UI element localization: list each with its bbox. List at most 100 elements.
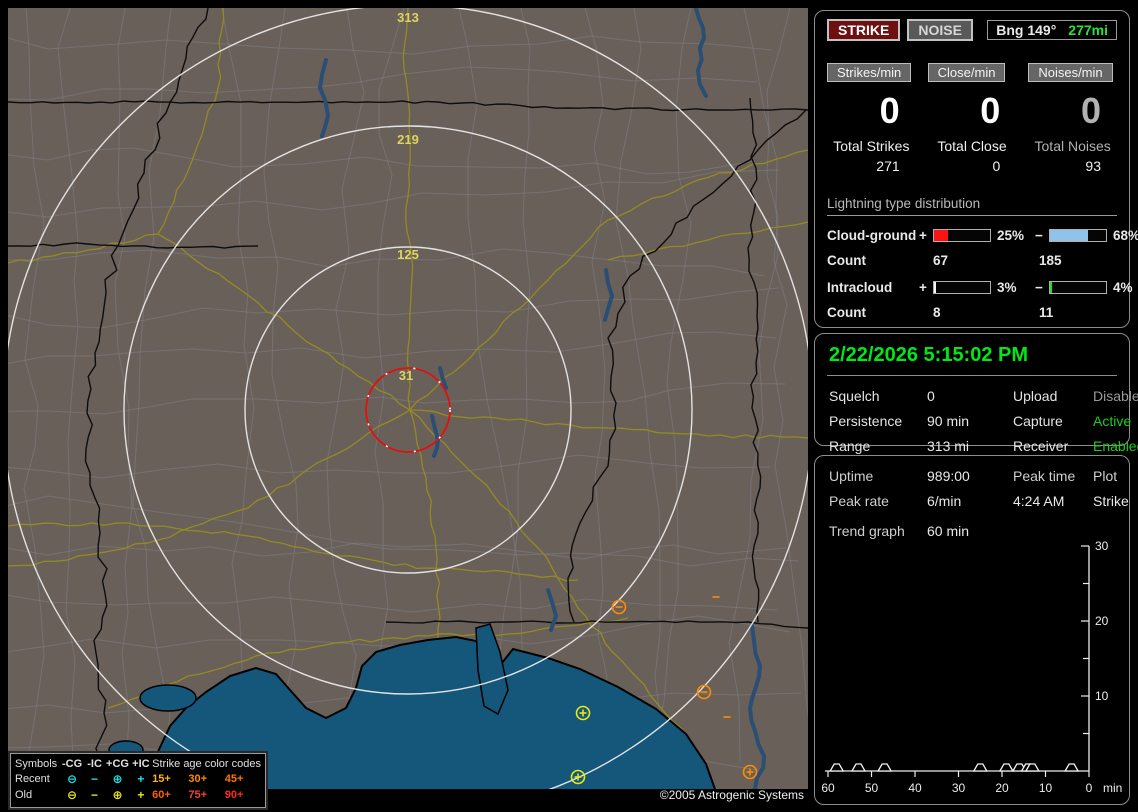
capture-status: Active	[1093, 413, 1132, 429]
datetime-display: 2/22/2026 5:15:02 PM	[827, 342, 1117, 376]
peak-rate-value: 6/min	[927, 493, 962, 509]
noise-mode-button[interactable]: NOISE	[907, 19, 973, 41]
ic-pos-pct: 3%	[997, 280, 1017, 295]
close-per-min-chip: Close/min	[927, 63, 1006, 82]
copyright-text: ©2005 Astrogenic Systems	[659, 788, 804, 802]
total-noises-label: Total Noises	[1034, 138, 1111, 154]
pos-sign: +	[919, 280, 927, 295]
cloud-ground-row: Cloud-ground + 25% − 68%	[827, 228, 1138, 243]
cg-pos-count: 67	[933, 253, 949, 268]
lightning-distribution: Lightning type distribution Cloud-ground…	[827, 196, 1138, 320]
legend-col-neg-cg: -CG	[62, 758, 83, 770]
persistence-value: 90 min	[927, 413, 970, 429]
cg-pos-pct: 25%	[997, 228, 1025, 243]
pos-sign: +	[919, 228, 927, 243]
legend-recent-row: Recent ⊖ − ⊕ + 15+ 30+ 45+	[15, 771, 261, 787]
strikes-counter: Strikes/min 0 Total Strikes 271	[827, 63, 916, 174]
legend-col-pos-ic: +IC	[132, 758, 150, 770]
strikes-rate-value: 0	[879, 90, 900, 131]
plot-mode-value: Strike	[1093, 493, 1129, 509]
svg-text:min: min	[1103, 781, 1122, 795]
total-noises-value: 93	[1085, 158, 1101, 174]
old-pos-cg-icon: ⊕	[112, 788, 123, 802]
svg-text:50: 50	[865, 781, 879, 795]
trend-panel: Uptime 989:00 Peak time Plot Peak rate 6…	[814, 455, 1130, 805]
range-value: 313 mi	[927, 438, 970, 454]
uptime-label: Uptime	[829, 468, 874, 484]
ic-pos-bar	[933, 281, 991, 294]
svg-text:40: 40	[908, 781, 922, 795]
bearing-label: Bng 149°	[996, 22, 1057, 38]
strikes-per-min-chip: Strikes/min	[827, 63, 912, 82]
distribution-title: Lightning type distribution	[827, 196, 1117, 216]
recent-pos-ic-icon: +	[137, 772, 145, 786]
ring-label-125: 125	[397, 247, 419, 262]
count-label: Count	[827, 305, 866, 320]
old-pos-ic-icon: +	[137, 788, 145, 802]
intracloud-row: Intracloud + 3% − 4%	[827, 280, 1133, 295]
noises-counter: Noises/min 0 Total Noises 93	[1028, 63, 1117, 174]
total-close-label: Total Close	[937, 138, 1007, 154]
total-strikes-value: 271	[876, 158, 900, 174]
age-badge-15: 15+	[152, 773, 171, 785]
close-counter: Close/min 0 Total Close 0	[927, 63, 1017, 174]
lightning-map-canvas[interactable]: 313 219 125 31	[8, 8, 808, 804]
recent-neg-ic-icon: −	[91, 772, 99, 786]
cg-neg-pct: 68%	[1113, 228, 1138, 243]
legend-old-label: Old	[15, 789, 33, 801]
uptime-value: 989:00	[927, 468, 970, 484]
svg-text:10: 10	[1039, 781, 1053, 795]
range-label: Range	[829, 438, 871, 454]
strike-mode-button[interactable]: STRIKE	[827, 19, 901, 41]
neg-sign: −	[1035, 280, 1043, 295]
receiver-label: Receiver	[1013, 438, 1069, 454]
total-close-value: 0	[992, 158, 1001, 174]
peak-rate-label: Peak rate	[829, 493, 889, 509]
trend-graph-chart: 10 20 30 60 50 40 30 20 10 0 min	[821, 539, 1122, 795]
svg-text:30: 30	[1095, 539, 1109, 553]
age-badge-60: 60+	[152, 789, 171, 801]
neg-sign: −	[1035, 228, 1043, 243]
total-strikes-label: Total Strikes	[833, 138, 910, 154]
svg-text:60: 60	[821, 781, 835, 795]
age-badge-90: 90+	[224, 789, 244, 801]
svg-text:20: 20	[1095, 614, 1109, 628]
noises-rate-value: 0	[1080, 90, 1101, 131]
age-badge-30: 30+	[188, 773, 208, 785]
upload-label: Upload	[1013, 388, 1058, 404]
recent-pos-cg-icon: ⊕	[112, 772, 123, 786]
ic-pos-count: 8	[933, 305, 941, 320]
persistence-label: Persistence	[829, 413, 903, 429]
intracloud-count-row: Count 8 11	[827, 305, 1117, 320]
map-legend: Symbols -CG -IC +CG +IC Strike age color…	[8, 751, 268, 810]
ic-neg-count: 11	[1039, 305, 1054, 320]
ring-label-219: 219	[397, 132, 419, 147]
legend-header-row: Symbols -CG -IC +CG +IC Strike age color…	[15, 757, 261, 771]
age-badge-75: 75+	[188, 789, 208, 801]
status-panel: 2/22/2026 5:15:02 PM Squelch 0 Upload Di…	[814, 333, 1138, 454]
legend-age-title: Strike age color codes	[152, 758, 261, 770]
noises-per-min-chip: Noises/min	[1028, 63, 1113, 82]
close-rate-value: 0	[980, 90, 1001, 131]
cg-neg-count: 185	[1039, 253, 1062, 268]
legend-old-row: Old ⊖ − ⊕ + 60+ 75+ 90+	[15, 787, 261, 803]
receiver-status: Enabled	[1093, 438, 1138, 454]
legend-col-neg-ic: -IC	[87, 758, 102, 770]
ic-neg-bar	[1049, 281, 1107, 294]
peak-time-label: Peak time	[1013, 468, 1076, 484]
age-badge-45: 45+	[224, 773, 244, 785]
old-neg-ic-icon: −	[91, 788, 99, 802]
svg-text:30: 30	[952, 781, 966, 795]
intracloud-label: Intracloud	[827, 280, 893, 295]
recent-neg-cg-icon: ⊖	[67, 772, 78, 786]
legend-recent-label: Recent	[15, 773, 50, 785]
cg-pos-bar	[933, 229, 991, 242]
svg-text:20: 20	[995, 781, 1009, 795]
capture-label: Capture	[1013, 413, 1063, 429]
strike-counters-panel: STRIKE NOISE Bng 149° 277mi Strikes/min …	[814, 10, 1138, 328]
legend-symbols-header: Symbols	[15, 758, 58, 770]
map-area: 313 219 125 31 ©2005 Astrogenic Systems …	[8, 8, 808, 810]
cloud-ground-count-row: Count 67 185	[827, 253, 1117, 268]
ring-label-313: 313	[397, 10, 419, 25]
peak-time-value: 4:24 AM	[1013, 493, 1065, 509]
